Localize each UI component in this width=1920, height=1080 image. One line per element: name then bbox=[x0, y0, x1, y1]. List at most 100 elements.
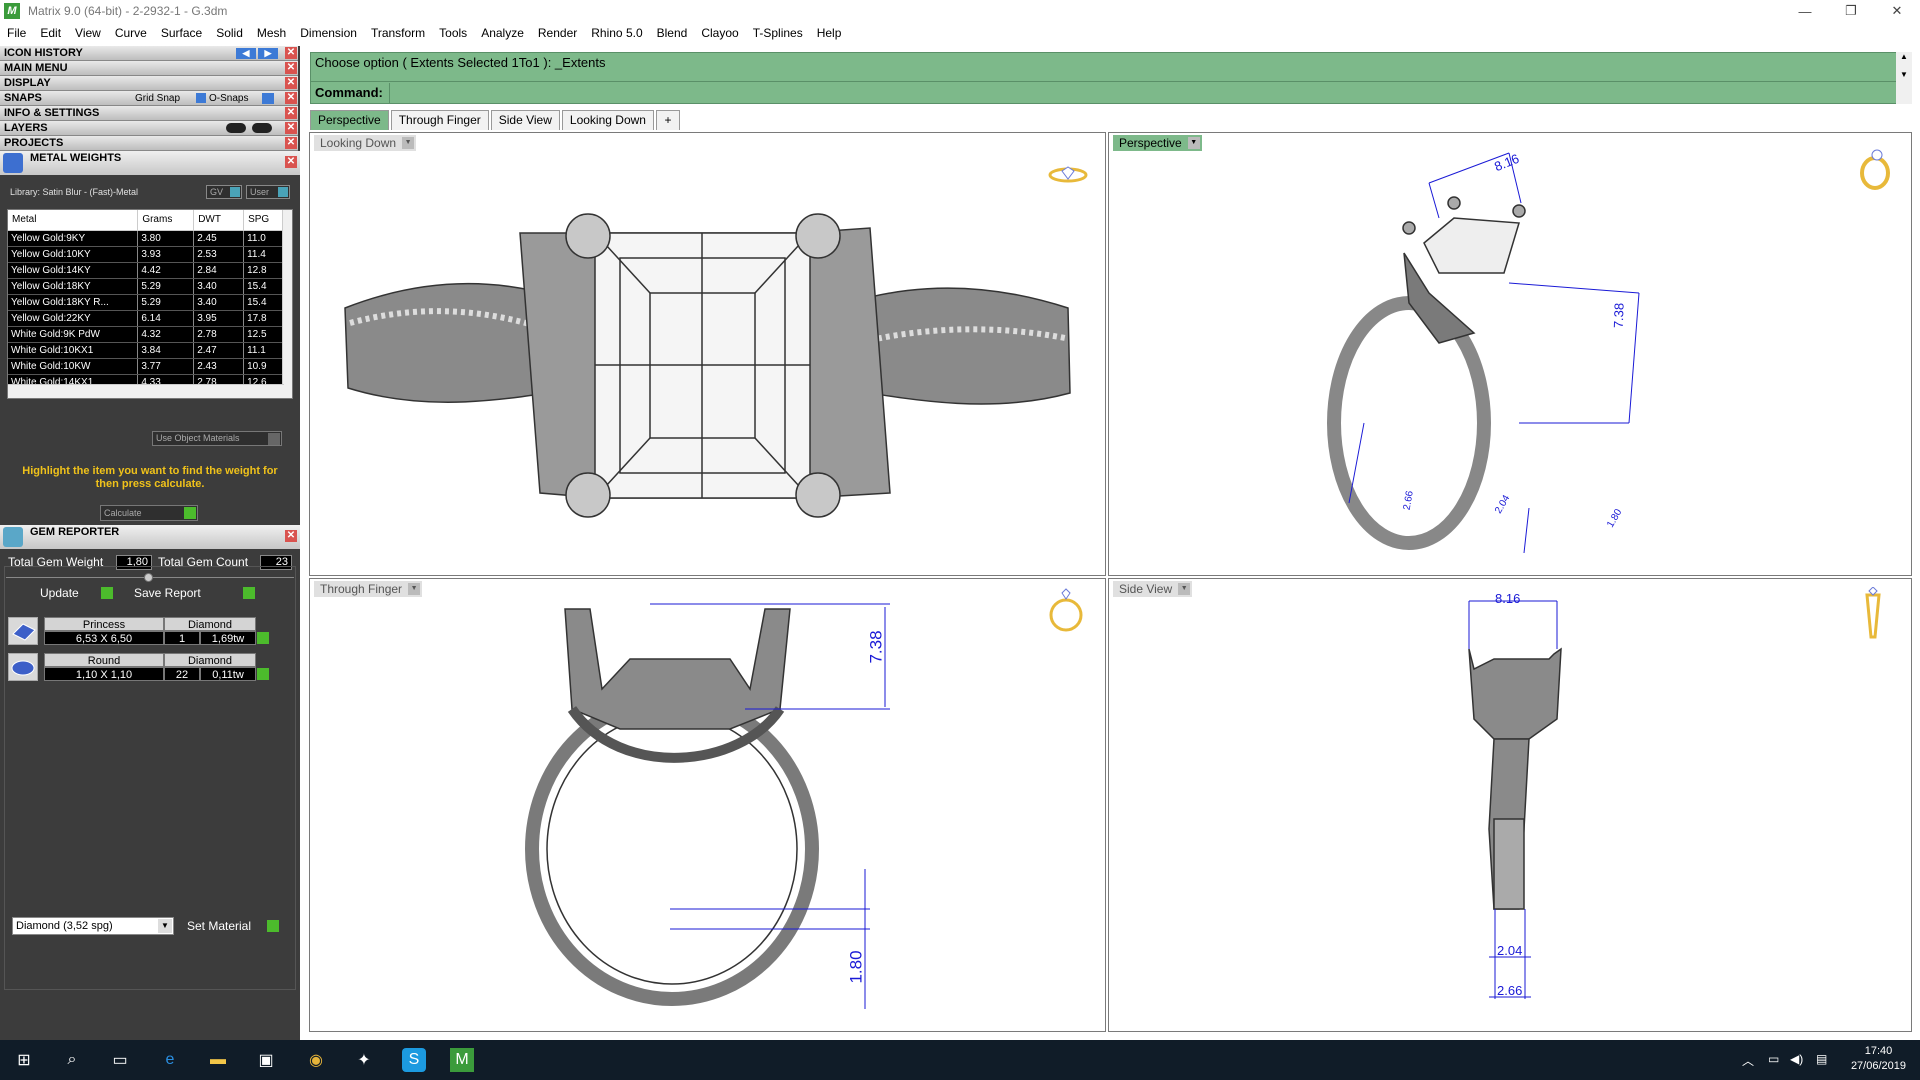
layer-lock-icon[interactable] bbox=[252, 123, 272, 133]
restore-icon[interactable]: ❐ bbox=[1828, 0, 1874, 22]
menu-tools[interactable]: Tools bbox=[432, 26, 474, 40]
table-row[interactable]: Yellow Gold:9KY 3.80 2.45 11.0 bbox=[8, 230, 286, 247]
col-spg[interactable]: SPG bbox=[243, 210, 286, 231]
table-row[interactable]: Yellow Gold:14KY 4.42 2.84 12.8 bbox=[8, 262, 286, 279]
add-tab-button[interactable]: + bbox=[655, 110, 680, 130]
viewport-perspective[interactable]: 8.16 7.38 2.66 2.04 1.80 Perspective ▼ bbox=[1108, 132, 1912, 576]
menu-edit[interactable]: Edit bbox=[33, 26, 68, 40]
panel-info-settings[interactable]: INFO & SETTINGS ✕ bbox=[0, 106, 298, 121]
tray-chevron-up-icon[interactable]: ︿ bbox=[1742, 1052, 1754, 1069]
close-icon[interactable]: ✕ bbox=[285, 530, 297, 542]
matrix-app-icon[interactable]: M bbox=[450, 1048, 474, 1072]
table-vertical-scrollbar[interactable] bbox=[282, 210, 292, 398]
forward-arrow-icon[interactable]: ▶ bbox=[258, 48, 278, 59]
grid-snap-checkbox[interactable] bbox=[196, 93, 206, 103]
panel-display[interactable]: DISPLAY ✕ bbox=[0, 76, 298, 91]
user-checkbox[interactable] bbox=[278, 187, 288, 197]
grid-snap-toggle[interactable]: Grid Snap bbox=[135, 91, 180, 106]
close-icon[interactable]: ✕ bbox=[285, 137, 297, 149]
user-toggle[interactable]: User bbox=[246, 185, 290, 199]
col-dwt[interactable]: DWT bbox=[193, 210, 245, 231]
windows-start-icon[interactable]: ⊞ bbox=[12, 1048, 36, 1072]
panel-icon-history[interactable]: ICON HISTORY ◀ ▶ ✕ bbox=[0, 46, 298, 61]
close-icon[interactable]: ✕ bbox=[1874, 0, 1920, 22]
table-row[interactable]: Yellow Gold:22KY 6.14 3.95 17.8 bbox=[8, 310, 286, 327]
tab-looking-down[interactable]: Looking Down bbox=[561, 110, 654, 130]
table-row[interactable]: Yellow Gold:18KY 5.29 3.40 15.4 bbox=[8, 278, 286, 295]
command-scrollbar[interactable]: ▲ ▼ bbox=[1896, 52, 1912, 104]
material-select[interactable]: Diamond (3,52 spg) ▼ bbox=[12, 917, 174, 935]
panel-layers[interactable]: LAYERS ✕ bbox=[0, 121, 298, 136]
panel-snaps[interactable]: SNAPS Grid Snap O-Snaps ✕ bbox=[0, 91, 298, 106]
skype-icon[interactable]: S bbox=[402, 1048, 426, 1072]
viewport-label[interactable]: Through Finger ▼ bbox=[314, 581, 423, 597]
tab-perspective[interactable]: Perspective bbox=[310, 110, 389, 130]
file-explorer-icon[interactable]: ▬ bbox=[206, 1048, 230, 1072]
chevron-down-icon[interactable]: ▼ bbox=[1187, 137, 1200, 149]
viewport-label[interactable]: Perspective ▼ bbox=[1113, 135, 1202, 151]
viewport-through-finger[interactable]: 7.38 1.80 Through Finger ▼ bbox=[309, 578, 1106, 1032]
panel-main-menu[interactable]: MAIN MENU ✕ bbox=[0, 61, 298, 76]
menu-rhino[interactable]: Rhino 5.0 bbox=[584, 26, 649, 40]
menu-clayoo[interactable]: Clayoo bbox=[694, 26, 745, 40]
menu-dimension[interactable]: Dimension bbox=[293, 26, 364, 40]
menu-tsplines[interactable]: T-Splines bbox=[746, 26, 810, 40]
menu-view[interactable]: View bbox=[68, 26, 108, 40]
panel-projects[interactable]: PROJECTS ✕ bbox=[0, 136, 298, 151]
table-row[interactable]: Yellow Gold:18KY R... 5.29 3.40 15.4 bbox=[8, 294, 286, 311]
back-arrow-icon[interactable]: ◀ bbox=[236, 48, 256, 59]
o-snaps-toggle[interactable]: O-Snaps bbox=[209, 91, 248, 106]
network-icon[interactable]: ▭ bbox=[1768, 1052, 1779, 1066]
chevron-down-icon[interactable]: ▼ bbox=[402, 137, 415, 149]
menu-render[interactable]: Render bbox=[531, 26, 584, 40]
viewport-label[interactable]: Looking Down ▼ bbox=[314, 135, 417, 151]
tab-side-view[interactable]: Side View bbox=[490, 110, 560, 130]
command-input[interactable] bbox=[389, 83, 1909, 103]
gv-checkbox[interactable] bbox=[230, 187, 240, 197]
gv-toggle[interactable]: GV bbox=[206, 185, 242, 199]
close-icon[interactable]: ✕ bbox=[285, 92, 297, 104]
chevron-down-icon[interactable]: ▼ bbox=[1178, 583, 1191, 595]
table-row[interactable]: White Gold:9K PdW 4.32 2.78 12.5 bbox=[8, 326, 286, 343]
menu-blend[interactable]: Blend bbox=[650, 26, 695, 40]
chrome-icon[interactable]: ◉ bbox=[304, 1048, 328, 1072]
layer-visibility-icon[interactable] bbox=[226, 123, 246, 133]
table-row[interactable]: Yellow Gold:10KY 3.93 2.53 11.4 bbox=[8, 246, 286, 263]
col-metal[interactable]: Metal bbox=[8, 210, 139, 231]
close-icon[interactable]: ✕ bbox=[285, 107, 297, 119]
menu-help[interactable]: Help bbox=[810, 26, 849, 40]
close-icon[interactable]: ✕ bbox=[285, 122, 297, 134]
menu-analyze[interactable]: Analyze bbox=[474, 26, 531, 40]
store-icon[interactable]: ▣ bbox=[254, 1048, 278, 1072]
table-horizontal-scrollbar[interactable] bbox=[8, 384, 284, 398]
system-clock[interactable]: 17:40 27/06/2019 bbox=[1851, 1044, 1906, 1074]
volume-icon[interactable]: ◀) bbox=[1790, 1052, 1803, 1066]
close-icon[interactable]: ✕ bbox=[285, 77, 297, 89]
set-material-button[interactable]: Set Material bbox=[182, 917, 280, 935]
menu-surface[interactable]: Surface bbox=[154, 26, 209, 40]
close-icon[interactable]: ✕ bbox=[285, 62, 297, 74]
use-object-materials-toggle[interactable]: Use Object Materials bbox=[152, 431, 282, 446]
menu-curve[interactable]: Curve bbox=[108, 26, 154, 40]
tab-through-finger[interactable]: Through Finger bbox=[390, 110, 489, 130]
menu-mesh[interactable]: Mesh bbox=[250, 26, 293, 40]
viewport-label[interactable]: Side View ▼ bbox=[1113, 581, 1193, 597]
rhino-icon[interactable]: ✦ bbox=[352, 1048, 376, 1072]
table-row[interactable]: White Gold:10KX1 3.84 2.47 11.1 bbox=[8, 342, 286, 359]
task-view-icon[interactable]: ▭ bbox=[108, 1048, 132, 1072]
menu-file[interactable]: File bbox=[0, 26, 33, 40]
table-row[interactable]: White Gold:10KW 3.77 2.43 10.9 bbox=[8, 358, 286, 375]
o-snaps-checkbox[interactable] bbox=[262, 93, 274, 104]
col-grams[interactable]: Grams bbox=[137, 210, 195, 231]
chevron-down-icon[interactable]: ▼ bbox=[408, 583, 421, 595]
viewport-looking-down[interactable]: Looking Down ▼ bbox=[309, 132, 1106, 576]
menu-solid[interactable]: Solid bbox=[209, 26, 250, 40]
close-icon[interactable]: ✕ bbox=[285, 156, 297, 168]
search-icon[interactable]: ⌕ bbox=[60, 1048, 84, 1072]
edge-browser-icon[interactable]: e bbox=[158, 1048, 182, 1072]
calculate-button[interactable]: Calculate bbox=[100, 505, 198, 521]
minimize-icon[interactable]: — bbox=[1782, 0, 1828, 22]
menu-transform[interactable]: Transform bbox=[364, 26, 432, 40]
keyboard-icon[interactable]: ▤ bbox=[1816, 1052, 1827, 1066]
viewport-side-view[interactable]: 8.16 2.04 2.66 Side View ▼ bbox=[1108, 578, 1912, 1032]
